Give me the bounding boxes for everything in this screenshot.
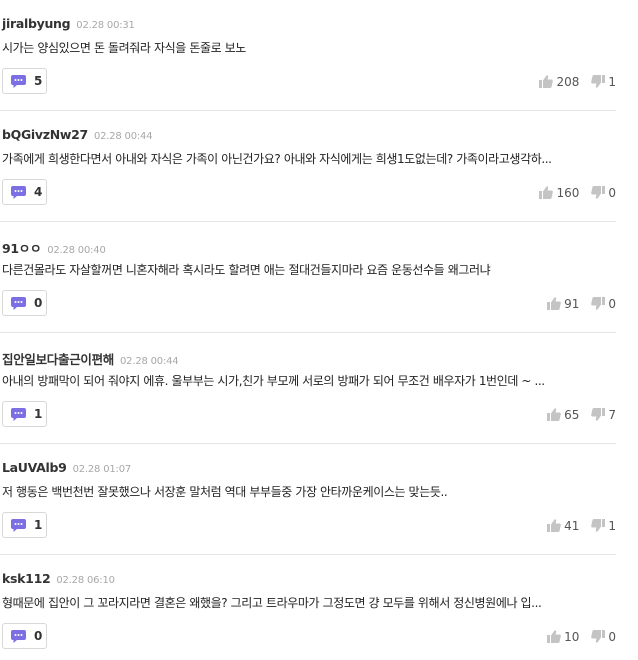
comment-text: 시가는 양심있으면 돈 돌려줘라 자식을 돈줄로 보노	[2, 41, 246, 55]
comment-text: 저 행동은 백번천번 잘못했으나 서장훈 말처럼 역대 부부들중 가장 안타까운…	[2, 485, 448, 499]
comment-date: 02.28 00:44	[120, 356, 179, 367]
reply-button[interactable]: 5	[2, 68, 47, 94]
like-count: 160	[556, 186, 580, 200]
reply-button[interactable]: 1	[2, 512, 47, 538]
reply-count: 1	[34, 407, 43, 421]
speech-bubble-icon	[11, 296, 26, 310]
reply-button[interactable]: 1	[2, 401, 47, 427]
thumbs-down-icon	[591, 517, 606, 536]
like-button[interactable]: 65	[547, 406, 579, 425]
comment-username[interactable]: LaUVAlb9	[2, 460, 67, 475]
comment-meta: jiralbyung 02.28 00:31	[2, 16, 135, 32]
like-button[interactable]: 91	[547, 295, 579, 314]
dislike-count: 0	[608, 297, 616, 311]
thumbs-down-icon	[591, 73, 606, 92]
dislike-count: 1	[608, 519, 616, 533]
comment-text: 형때문에 집안이 그 꼬라지라면 결혼은 왜했을? 그리고 트라우마가 그정도면…	[2, 596, 542, 610]
thumbs-up-icon	[547, 406, 561, 425]
comment-date: 02.28 01:07	[72, 464, 132, 475]
like-count: 91	[564, 297, 580, 311]
like-button[interactable]: 10	[547, 628, 579, 647]
reply-count: 5	[34, 74, 43, 88]
vote-group: 91 0	[547, 296, 616, 312]
comment-date: 02.28 06:10	[56, 575, 115, 586]
comment-text: 아내의 방패막이 되어 줘야지 에휴. 울부부는 시가,친가 부모께 서로의 방…	[2, 374, 545, 388]
comment-username[interactable]: bQGivzNw27	[2, 127, 88, 142]
speech-bubble-icon	[11, 629, 26, 643]
dislike-count: 1	[608, 75, 616, 89]
like-count: 10	[564, 630, 580, 644]
thumbs-down-icon	[591, 295, 606, 314]
dislike-count: 7	[608, 408, 616, 422]
dislike-button[interactable]: 0	[591, 628, 616, 647]
comment-meta: LaUVAlb9 02.28 01:07	[2, 460, 131, 476]
comment-date: 02.28 00:31	[76, 20, 135, 31]
comment-item: ksk112 02.28 06:10 형때문에 집안이 그 꼬라지라면 결혼은 …	[0, 555, 616, 660]
thumbs-up-icon	[547, 295, 561, 314]
like-button[interactable]: 160	[539, 184, 579, 203]
comment-item: bQGivzNw27 02.28 00:44 가족에게 희생한다면서 아내와 자…	[0, 111, 616, 222]
comment-meta: 91ㅇㅇ 02.28 00:40	[2, 238, 106, 257]
comment-username[interactable]: 집안일보다출근이편해	[2, 349, 114, 368]
reply-count: 0	[34, 629, 43, 643]
speech-bubble-icon	[11, 518, 26, 532]
thumbs-up-icon	[539, 184, 554, 203]
speech-bubble-icon	[11, 407, 26, 421]
dislike-button[interactable]: 1	[591, 517, 616, 536]
reply-button[interactable]: 0	[2, 623, 47, 649]
thumbs-down-icon	[591, 628, 606, 647]
comment-item: LaUVAlb9 02.28 01:07 저 행동은 백번천번 잘못했으나 서장…	[0, 444, 616, 555]
like-button[interactable]: 41	[547, 517, 579, 536]
thumbs-up-icon	[539, 73, 554, 92]
like-button[interactable]: 208	[539, 73, 579, 92]
comment-item: 91ㅇㅇ 02.28 00:40 다른건몰라도 자살할꺼면 니혼자해라 혹시라도…	[0, 222, 616, 333]
dislike-button[interactable]: 0	[591, 295, 616, 314]
like-count: 41	[564, 519, 580, 533]
comment-date: 02.28 00:44	[93, 131, 153, 142]
reply-count: 1	[34, 518, 43, 532]
dislike-button[interactable]: 1	[591, 73, 616, 92]
dislike-count: 0	[608, 630, 616, 644]
comment-meta: 집안일보다출근이편해 02.28 00:44	[2, 349, 179, 368]
comment-text: 가족에게 희생한다면서 아내와 자식은 가족이 아닌건가요? 아내와 자식에게는…	[2, 152, 552, 166]
dislike-button[interactable]: 7	[591, 406, 616, 425]
reply-button[interactable]: 0	[2, 290, 47, 316]
comment-date: 02.28 00:40	[47, 245, 106, 256]
comment-username[interactable]: 91ㅇㅇ	[2, 238, 42, 257]
reply-count: 4	[34, 185, 43, 199]
comment-list: jiralbyung 02.28 00:31 시가는 양심있으면 돈 돌려줘라 …	[0, 0, 638, 660]
like-count: 65	[564, 408, 580, 422]
vote-group: 160 0	[539, 185, 616, 201]
comment-item: jiralbyung 02.28 00:31 시가는 양심있으면 돈 돌려줘라 …	[0, 0, 616, 111]
thumbs-down-icon	[591, 184, 606, 203]
vote-group: 65 7	[547, 407, 616, 423]
dislike-button[interactable]: 0	[591, 184, 616, 203]
comment-username[interactable]: jiralbyung	[2, 16, 71, 31]
vote-group: 10 0	[547, 629, 616, 645]
like-count: 208	[556, 75, 580, 89]
speech-bubble-icon	[11, 74, 26, 88]
vote-group: 208 1	[539, 74, 616, 90]
comment-meta: bQGivzNw27 02.28 00:44	[2, 127, 153, 143]
comment-item: 집안일보다출근이편해 02.28 00:44 아내의 방패막이 되어 줘야지 에…	[0, 333, 616, 444]
comment-meta: ksk112 02.28 06:10	[2, 571, 115, 587]
dislike-count: 0	[608, 186, 616, 200]
speech-bubble-icon	[11, 185, 26, 199]
thumbs-down-icon	[591, 406, 606, 425]
comment-text: 다른건몰라도 자살할꺼면 니혼자해라 혹시라도 할려면 애는 절대건들지마라 요…	[2, 263, 491, 277]
reply-count: 0	[34, 296, 43, 310]
comment-username[interactable]: ksk112	[2, 571, 51, 586]
thumbs-up-icon	[547, 517, 561, 536]
vote-group: 41 1	[547, 518, 616, 534]
reply-button[interactable]: 4	[2, 179, 47, 205]
thumbs-up-icon	[547, 628, 561, 647]
